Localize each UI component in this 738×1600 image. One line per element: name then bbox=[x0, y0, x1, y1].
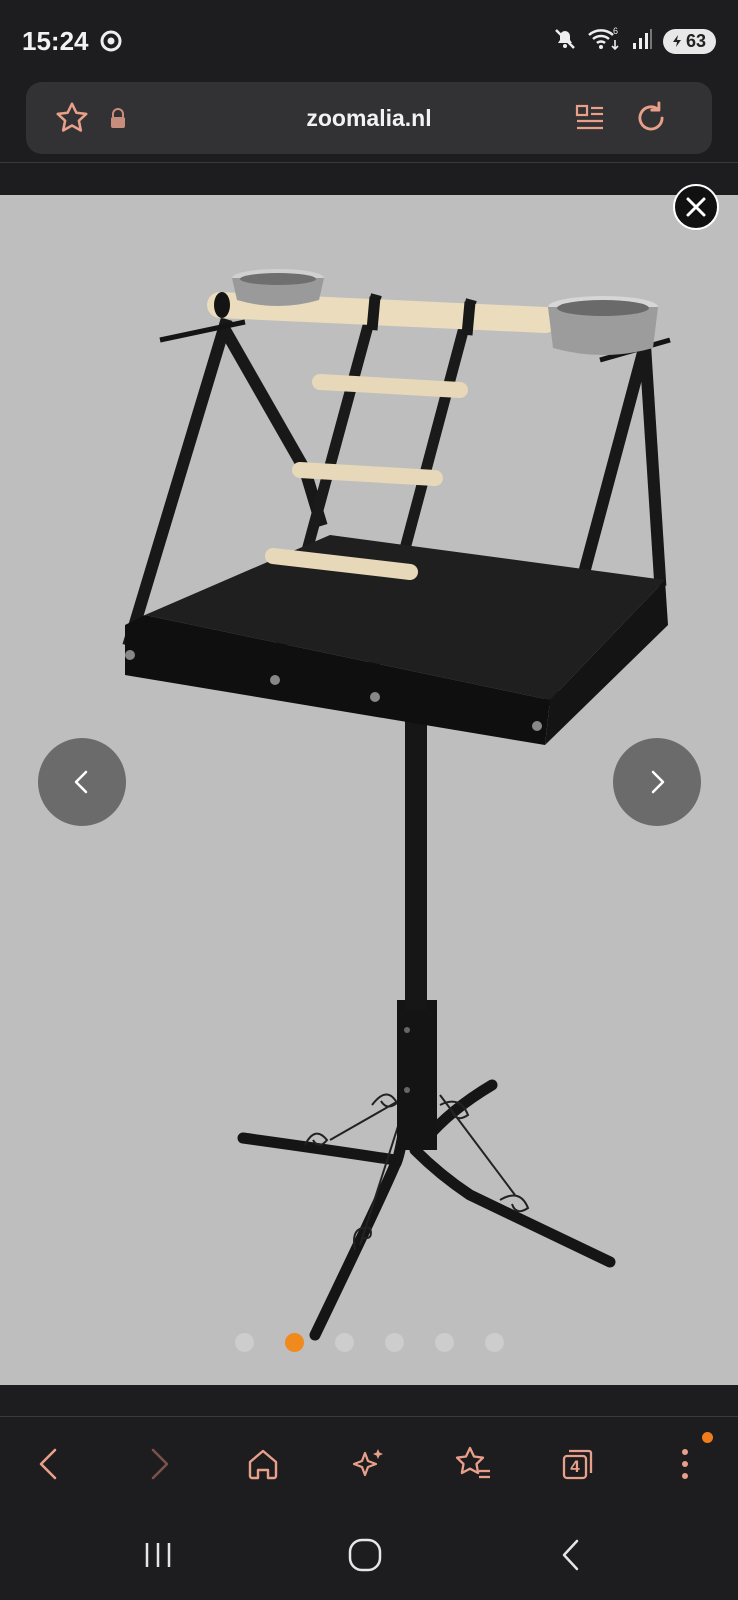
bookmarks-button[interactable] bbox=[433, 1418, 513, 1510]
pagination-dot[interactable] bbox=[234, 1333, 254, 1352]
url-text[interactable]: zoomalia.nl bbox=[26, 82, 712, 154]
notification-dot bbox=[702, 1432, 713, 1443]
home-circle-icon bbox=[348, 1538, 382, 1572]
close-icon bbox=[686, 197, 706, 217]
recents-button[interactable] bbox=[113, 1510, 203, 1600]
recents-icon bbox=[145, 1543, 171, 1567]
status-icons: 6 63 bbox=[553, 26, 716, 56]
forward-icon bbox=[151, 1448, 169, 1480]
close-gallery-button[interactable] bbox=[673, 184, 719, 230]
product-image-gallery[interactable] bbox=[0, 195, 738, 1385]
chrome-icon bbox=[100, 30, 122, 57]
signal-icon bbox=[631, 28, 653, 55]
reload-icon[interactable] bbox=[632, 82, 670, 154]
image-pagination bbox=[0, 1333, 738, 1352]
previous-image-button[interactable] bbox=[38, 738, 126, 826]
status-bar: 15:24 6 63 bbox=[0, 0, 738, 78]
wifi-icon: 6 bbox=[587, 26, 621, 57]
pagination-dot[interactable] bbox=[384, 1333, 404, 1352]
status-time: 15:24 bbox=[22, 26, 89, 56]
address-bar[interactable]: zoomalia.nl bbox=[26, 82, 712, 154]
tab-count: 4 bbox=[570, 1457, 580, 1476]
system-back-icon bbox=[562, 1539, 579, 1571]
system-navigation-bar bbox=[0, 1510, 738, 1600]
battery-level: 63 bbox=[685, 30, 706, 51]
home-icon bbox=[248, 1449, 278, 1480]
home-button[interactable] bbox=[223, 1418, 303, 1510]
back-button[interactable] bbox=[10, 1418, 90, 1510]
mute-icon bbox=[553, 27, 577, 56]
back-icon bbox=[39, 1448, 57, 1480]
menu-button[interactable] bbox=[645, 1418, 725, 1510]
next-arrow-icon bbox=[651, 770, 665, 794]
toolbar-divider bbox=[0, 1416, 738, 1417]
menu-icon bbox=[682, 1449, 688, 1479]
pagination-dot[interactable] bbox=[484, 1333, 504, 1352]
next-image-button[interactable] bbox=[613, 738, 701, 826]
pagination-dot[interactable] bbox=[334, 1333, 354, 1352]
bookmarks-icon bbox=[455, 1446, 490, 1479]
svg-text:6: 6 bbox=[613, 26, 618, 36]
reader-mode-icon[interactable] bbox=[574, 82, 606, 154]
forward-button[interactable] bbox=[118, 1418, 198, 1510]
battery-icon: 63 bbox=[662, 28, 716, 54]
pagination-dot[interactable] bbox=[434, 1333, 454, 1352]
previous-arrow-icon bbox=[74, 770, 88, 794]
pagination-dot-active[interactable] bbox=[284, 1333, 304, 1352]
browser-toolbar: 4 bbox=[0, 1418, 738, 1510]
tabs-icon: 4 bbox=[562, 1449, 593, 1480]
ai-assistant-button[interactable] bbox=[328, 1418, 408, 1510]
tabs-button[interactable]: 4 bbox=[538, 1418, 618, 1510]
ai-sparkle-icon bbox=[352, 1449, 383, 1477]
system-home-button[interactable] bbox=[320, 1510, 410, 1600]
address-bar-divider bbox=[0, 162, 738, 163]
system-back-button[interactable] bbox=[527, 1510, 617, 1600]
